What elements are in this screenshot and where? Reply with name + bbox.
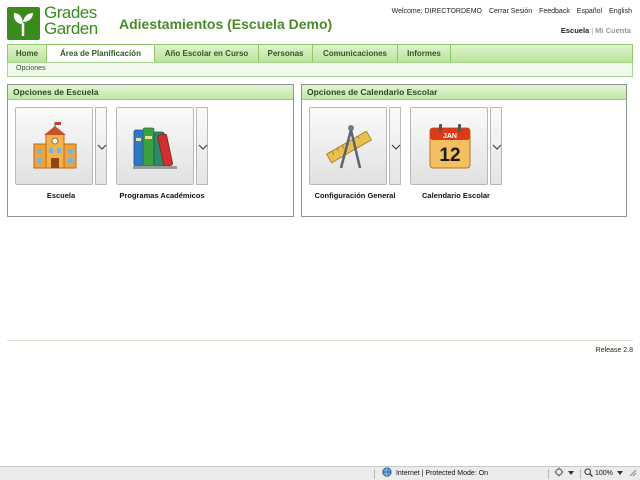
- sub-nav: Opciones: [7, 62, 633, 77]
- feedback-link[interactable]: Feedback: [539, 8, 570, 15]
- calendar-day: 12: [439, 145, 460, 166]
- books-icon: [133, 127, 177, 169]
- status-divider: [548, 469, 549, 479]
- spanish-link[interactable]: Español: [577, 8, 602, 15]
- chevron-down-icon: [198, 144, 208, 150]
- tile-general-settings: Configuración General: [309, 107, 405, 207]
- release-version: Release 2.8: [595, 347, 633, 354]
- status-divider: [580, 469, 581, 479]
- logo-text: Grades Garden: [44, 3, 98, 38]
- compass-ruler-icon: [326, 125, 372, 169]
- settings-arrow-icon: [554, 467, 564, 477]
- browser-status-bar: Internet | Protected Mode: On 100%: [0, 466, 640, 480]
- welcome-text: Welcome: DIRECTORDEMO: [391, 8, 482, 15]
- school-button[interactable]: [15, 107, 93, 185]
- security-zone-text: Internet | Protected Mode: On: [395, 470, 489, 477]
- caret-down-icon: [616, 471, 623, 476]
- general-settings-button[interactable]: [309, 107, 387, 185]
- footer-divider: [7, 340, 633, 341]
- school-calendar-dropdown-button[interactable]: [490, 107, 502, 185]
- account-switcher: Escuela | Mi Cuenta: [561, 26, 631, 35]
- tab-reports[interactable]: Informes: [398, 45, 451, 62]
- academic-programs-dropdown-button[interactable]: [196, 107, 208, 185]
- zoom-control[interactable]: 100%: [584, 468, 623, 480]
- tab-home[interactable]: Home: [8, 45, 47, 62]
- school-calendar-button[interactable]: JAN 12: [410, 107, 488, 185]
- status-divider: [374, 469, 375, 479]
- globe-icon: [382, 467, 392, 477]
- chevron-down-icon: [391, 144, 401, 150]
- tile-label: Calendario Escolar: [422, 191, 490, 200]
- tile-school: Escuela: [15, 107, 111, 207]
- tab-current-school-year[interactable]: Año Escolar en Curso: [155, 45, 259, 62]
- panel-school-options: Opciones de Escuela Escuela Programas Ac…: [7, 84, 294, 217]
- school-building-icon: [33, 122, 77, 169]
- security-zone[interactable]: Internet | Protected Mode: On: [382, 467, 489, 480]
- panel-title: Opciones de Calendario Escolar: [302, 85, 626, 100]
- school-dropdown-button[interactable]: [95, 107, 107, 185]
- page: { "header": { "logo_text_line1": "Grades…: [0, 0, 640, 480]
- zoom-magnifier-icon: [584, 468, 593, 477]
- tile-school-calendar: JAN 12 Calendario Escolar: [410, 107, 506, 207]
- chevron-down-icon: [97, 144, 107, 150]
- tile-academic-programs: Programas Académicos: [116, 107, 212, 207]
- account-school-link[interactable]: Escuela: [561, 26, 589, 35]
- tile-label: Programas Académicos: [119, 191, 205, 200]
- academic-programs-button[interactable]: [116, 107, 194, 185]
- grades-garden-logo[interactable]: Grades Garden: [7, 3, 111, 41]
- english-link[interactable]: English: [609, 8, 632, 15]
- zoom-level: 100%: [594, 470, 613, 477]
- account-my-account-link[interactable]: Mi Cuenta: [595, 26, 631, 35]
- resize-grip-icon[interactable]: [628, 468, 637, 480]
- panel-calendar-options: Opciones de Calendario Escolar Configura…: [301, 84, 627, 217]
- calendar-month: JAN: [443, 133, 457, 140]
- protected-mode-button[interactable]: [554, 467, 574, 480]
- main-nav: Home Área de Planificación Año Escolar e…: [7, 44, 633, 64]
- caret-down-icon: [567, 471, 574, 476]
- logout-link[interactable]: Cerrar Sesión: [489, 8, 532, 15]
- tab-people[interactable]: Personas: [259, 45, 313, 62]
- general-settings-dropdown-button[interactable]: [389, 107, 401, 185]
- panel-title: Opciones de Escuela: [8, 85, 293, 100]
- subnav-options[interactable]: Opciones: [16, 65, 46, 72]
- school-title: Adiestamientos (Escuela Demo): [119, 16, 333, 32]
- chevron-down-icon: [492, 144, 502, 150]
- account-separator: |: [591, 26, 594, 35]
- tab-communications[interactable]: Comunicaciones: [313, 45, 398, 62]
- top-links: Welcome: DIRECTORDEMO Cerrar Sesión Feed…: [387, 8, 632, 15]
- calendar-icon: JAN 12: [429, 124, 471, 169]
- sprout-icon: [7, 7, 40, 40]
